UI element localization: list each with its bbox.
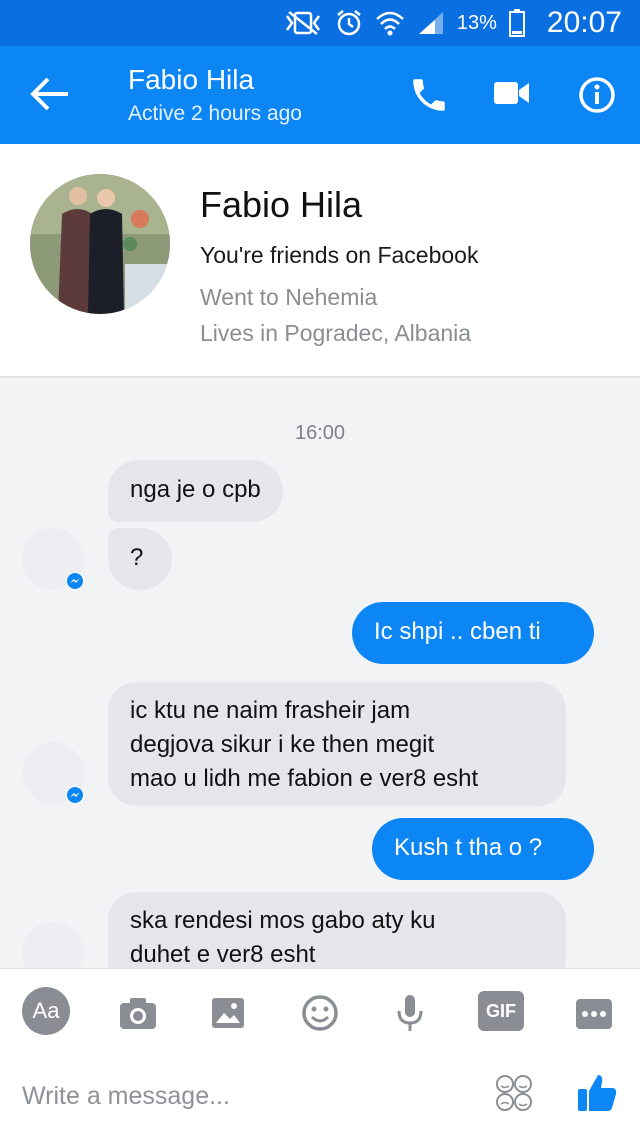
like-thumbs-up-icon[interactable] bbox=[574, 1069, 620, 1115]
microphone-icon[interactable] bbox=[386, 989, 434, 1037]
sender-avatar[interactable] bbox=[22, 922, 84, 968]
phone-call-icon[interactable] bbox=[408, 74, 450, 116]
message-input[interactable] bbox=[20, 1075, 464, 1117]
video-call-icon[interactable] bbox=[494, 78, 530, 108]
contact-name[interactable]: Fabio Hila bbox=[128, 64, 254, 96]
message-bubble-incoming[interactable]: ska rendesi mos gabo aty ku duhet e ver8… bbox=[108, 892, 566, 968]
emoji-icon[interactable] bbox=[296, 989, 344, 1037]
profile-name: Fabio Hila bbox=[200, 184, 363, 225]
status-bar: 13% 20:07 bbox=[0, 0, 640, 46]
message-bubble-outgoing[interactable]: Ic shpi .. cben ti bbox=[352, 602, 594, 664]
battery-icon bbox=[508, 9, 525, 37]
vibrate-icon bbox=[285, 11, 320, 35]
camera-icon[interactable] bbox=[114, 989, 162, 1037]
stickers-icon[interactable] bbox=[494, 1073, 534, 1113]
contact-status: Active 2 hours ago bbox=[128, 102, 302, 125]
message-composer: Aa GIF bbox=[0, 968, 640, 1137]
conversation-header: Fabio Hila Active 2 hours ago bbox=[0, 46, 640, 144]
wifi-icon bbox=[376, 11, 404, 36]
message-bubble-incoming[interactable]: ? bbox=[108, 528, 172, 590]
profile-photo[interactable] bbox=[30, 174, 170, 314]
signal-icon bbox=[418, 12, 443, 34]
info-icon[interactable] bbox=[578, 76, 616, 114]
gallery-icon[interactable] bbox=[204, 989, 252, 1037]
back-arrow-icon[interactable] bbox=[28, 74, 72, 114]
message-list[interactable]: 16:00 nga je o cpb ? Ic shpi .. cben ti … bbox=[0, 378, 640, 968]
more-options-icon[interactable] bbox=[570, 989, 618, 1037]
location-info: Lives in Pogradec, Albania bbox=[200, 320, 472, 346]
friends-status: You're friends on Facebook bbox=[200, 242, 479, 268]
clock: 20:07 bbox=[546, 6, 622, 39]
battery-percent: 13% bbox=[456, 11, 497, 34]
text-style-button[interactable]: Aa bbox=[22, 987, 70, 1035]
message-bubble-outgoing[interactable]: Kush t tha o ? bbox=[372, 818, 594, 880]
messenger-badge-icon bbox=[66, 572, 84, 590]
education-info: Went to Nehemia bbox=[200, 284, 378, 310]
alarm-icon bbox=[337, 10, 361, 36]
gif-button[interactable]: GIF bbox=[478, 991, 524, 1031]
message-bubble-incoming[interactable]: nga je o cpb bbox=[108, 460, 283, 522]
message-timestamp: 16:00 bbox=[294, 422, 346, 444]
profile-card: Fabio Hila You're friends on Facebook We… bbox=[0, 144, 640, 378]
messenger-badge-icon bbox=[66, 786, 84, 804]
message-bubble-incoming[interactable]: ic ktu ne naim frasheir jam degjova siku… bbox=[108, 682, 566, 806]
status-icons: 13% 20:07 bbox=[283, 6, 622, 40]
